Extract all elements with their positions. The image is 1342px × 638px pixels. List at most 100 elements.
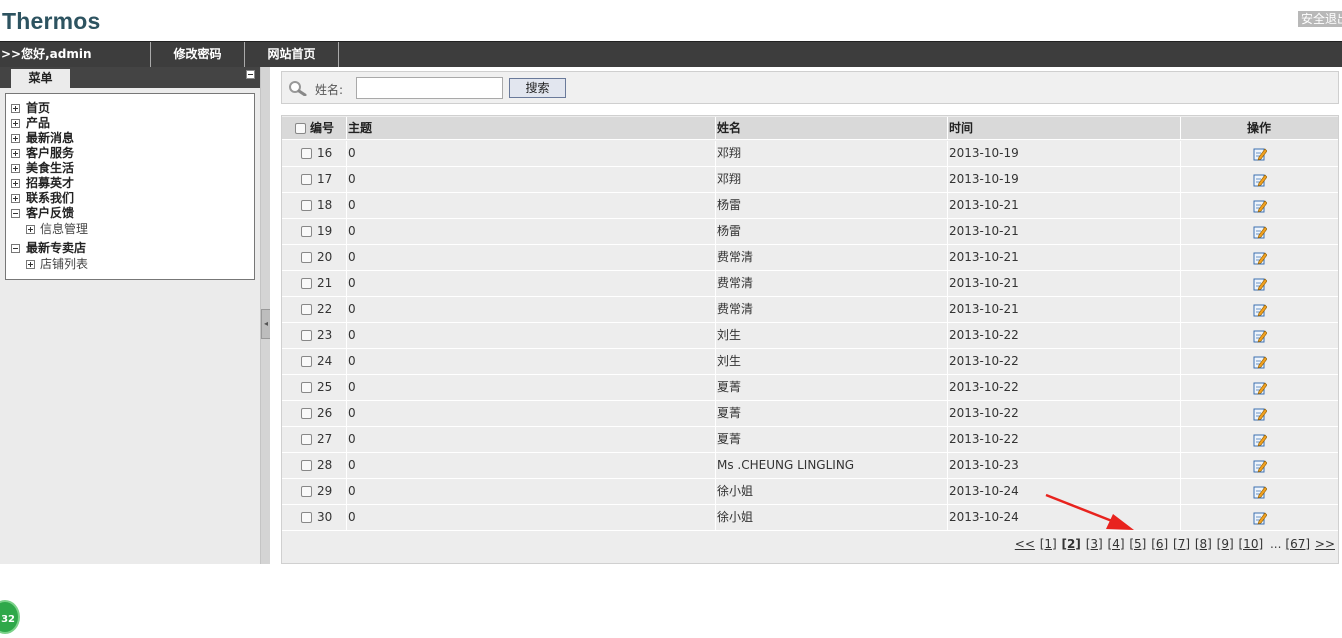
table-row[interactable]: 23 0 刘生 2013-10-22 bbox=[282, 323, 1338, 349]
edit-icon[interactable] bbox=[1253, 511, 1267, 525]
edit-icon[interactable] bbox=[1253, 381, 1267, 395]
edit-icon[interactable] bbox=[1253, 199, 1267, 213]
table-row[interactable]: 29 0 徐小姐 2013-10-24 bbox=[282, 479, 1338, 505]
row-checkbox[interactable] bbox=[301, 408, 312, 419]
pager-first[interactable]: << bbox=[1015, 537, 1035, 551]
edit-icon[interactable] bbox=[1253, 407, 1267, 421]
column-divider bbox=[715, 245, 716, 270]
pager-page[interactable]: [4] bbox=[1108, 537, 1125, 551]
column-header-name[interactable]: 姓名 bbox=[717, 117, 741, 140]
edit-icon[interactable] bbox=[1253, 303, 1267, 317]
row-checkbox[interactable] bbox=[301, 278, 312, 289]
sidebar-item-feedback[interactable]: 客户反馈 bbox=[6, 206, 254, 221]
sidebar-subitem-store-list[interactable]: 店铺列表 bbox=[6, 256, 254, 272]
column-divider bbox=[1180, 323, 1181, 348]
table-row[interactable]: 24 0 刘生 2013-10-22 bbox=[282, 349, 1338, 375]
notification-badge[interactable]: 32 bbox=[0, 600, 20, 634]
table-row[interactable]: 16 0 邓翔 2013-10-19 bbox=[282, 141, 1338, 167]
column-divider bbox=[346, 323, 347, 348]
row-checkbox[interactable] bbox=[301, 512, 312, 523]
table-row[interactable]: 21 0 费常清 2013-10-21 bbox=[282, 271, 1338, 297]
table-row[interactable]: 18 0 杨雷 2013-10-21 bbox=[282, 193, 1338, 219]
cell-name: 费常清 bbox=[717, 250, 754, 264]
column-divider bbox=[1180, 375, 1181, 400]
pager-page[interactable]: [8] bbox=[1195, 537, 1212, 551]
edit-icon[interactable] bbox=[1253, 225, 1267, 239]
logout-button[interactable]: 安全退出 bbox=[1298, 11, 1342, 27]
cell-id: 29 bbox=[317, 484, 333, 498]
column-header-time[interactable]: 时间 bbox=[949, 117, 973, 140]
search-button[interactable]: 搜索 bbox=[509, 78, 566, 98]
pager-page[interactable]: [9] bbox=[1217, 537, 1234, 551]
sidebar-item-customer-service[interactable]: 客户服务 bbox=[6, 146, 254, 161]
pager-page[interactable]: [3] bbox=[1086, 537, 1103, 551]
row-checkbox[interactable] bbox=[301, 382, 312, 393]
sidebar-item-contact[interactable]: 联系我们 bbox=[6, 191, 254, 206]
edit-icon[interactable] bbox=[1253, 433, 1267, 447]
cell-time: 2013-10-24 bbox=[949, 510, 1019, 524]
sidebar-item-label: 美食生活 bbox=[26, 161, 75, 175]
edit-icon[interactable] bbox=[1253, 355, 1267, 369]
table-row[interactable]: 28 0 Ms .CHEUNG LINGLING 2013-10-23 bbox=[282, 453, 1338, 479]
column-divider bbox=[947, 141, 948, 166]
collapse-sidebar-icon[interactable] bbox=[246, 70, 255, 79]
sidebar-item-news[interactable]: 最新消息 bbox=[6, 131, 254, 146]
column-divider bbox=[346, 167, 347, 192]
sidebar-item-products[interactable]: 产品 bbox=[6, 116, 254, 131]
sidebar-item-careers[interactable]: 招募英才 bbox=[6, 176, 254, 191]
cell-id: 19 bbox=[317, 224, 333, 238]
sidebar-item-home[interactable]: 首页 bbox=[6, 101, 254, 116]
edit-icon[interactable] bbox=[1253, 147, 1267, 161]
pager-page-current[interactable]: [2] bbox=[1062, 537, 1081, 551]
cell-time: 2013-10-23 bbox=[949, 458, 1019, 472]
sidebar-item-food-life[interactable]: 美食生活 bbox=[6, 161, 254, 176]
edit-icon[interactable] bbox=[1253, 459, 1267, 473]
sidebar-splitter[interactable]: ◂ bbox=[260, 67, 271, 564]
edit-icon[interactable] bbox=[1253, 277, 1267, 291]
row-checkbox[interactable] bbox=[301, 148, 312, 159]
edit-icon[interactable] bbox=[1253, 329, 1267, 343]
column-divider bbox=[1180, 141, 1181, 166]
row-checkbox[interactable] bbox=[301, 252, 312, 263]
row-checkbox[interactable] bbox=[301, 486, 312, 497]
table-row[interactable]: 25 0 夏菁 2013-10-22 bbox=[282, 375, 1338, 401]
row-checkbox[interactable] bbox=[301, 304, 312, 315]
table-row[interactable]: 19 0 杨雷 2013-10-21 bbox=[282, 219, 1338, 245]
table-row[interactable]: 30 0 徐小姐 2013-10-24 bbox=[282, 505, 1338, 531]
table-row[interactable]: 27 0 夏菁 2013-10-22 bbox=[282, 427, 1338, 453]
column-header-id[interactable]: 编号 bbox=[310, 117, 334, 140]
table-row[interactable]: 17 0 邓翔 2013-10-19 bbox=[282, 167, 1338, 193]
select-all-checkbox[interactable] bbox=[295, 123, 306, 134]
name-search-input[interactable] bbox=[356, 77, 503, 99]
row-checkbox[interactable] bbox=[301, 356, 312, 367]
edit-icon[interactable] bbox=[1253, 485, 1267, 499]
pager-last[interactable]: >> bbox=[1315, 537, 1335, 551]
column-divider bbox=[947, 245, 948, 270]
pager-page[interactable]: [6] bbox=[1151, 537, 1168, 551]
row-checkbox[interactable] bbox=[301, 434, 312, 445]
row-checkbox[interactable] bbox=[301, 200, 312, 211]
edit-icon[interactable] bbox=[1253, 251, 1267, 265]
column-divider bbox=[346, 453, 347, 478]
table-row[interactable]: 26 0 夏菁 2013-10-22 bbox=[282, 401, 1338, 427]
pager-page[interactable]: [5] bbox=[1129, 537, 1146, 551]
row-checkbox[interactable] bbox=[301, 330, 312, 341]
edit-icon[interactable] bbox=[1253, 173, 1267, 187]
pager-page-last[interactable]: [67] bbox=[1285, 537, 1310, 551]
row-checkbox[interactable] bbox=[301, 174, 312, 185]
row-checkbox[interactable] bbox=[301, 460, 312, 471]
site-home-link[interactable]: 网站首页 bbox=[245, 42, 339, 67]
table-row[interactable]: 20 0 费常清 2013-10-21 bbox=[282, 245, 1338, 271]
table-row[interactable]: 22 0 费常清 2013-10-21 bbox=[282, 297, 1338, 323]
sidebar-subitem-info-manage[interactable]: 信息管理 bbox=[6, 221, 254, 237]
sidebar-item-stores[interactable]: 最新专卖店 bbox=[6, 241, 254, 256]
row-checkbox[interactable] bbox=[301, 226, 312, 237]
pager-page[interactable]: [1] bbox=[1040, 537, 1057, 551]
column-header-subject[interactable]: 主题 bbox=[348, 117, 372, 140]
cell-time: 2013-10-21 bbox=[949, 250, 1019, 264]
menu-tab[interactable]: 菜单 bbox=[11, 69, 70, 88]
column-divider bbox=[715, 167, 716, 192]
pager-page[interactable]: [7] bbox=[1173, 537, 1190, 551]
change-password-link[interactable]: 修改密码 bbox=[151, 42, 245, 67]
pager-page[interactable]: [10] bbox=[1239, 537, 1264, 551]
